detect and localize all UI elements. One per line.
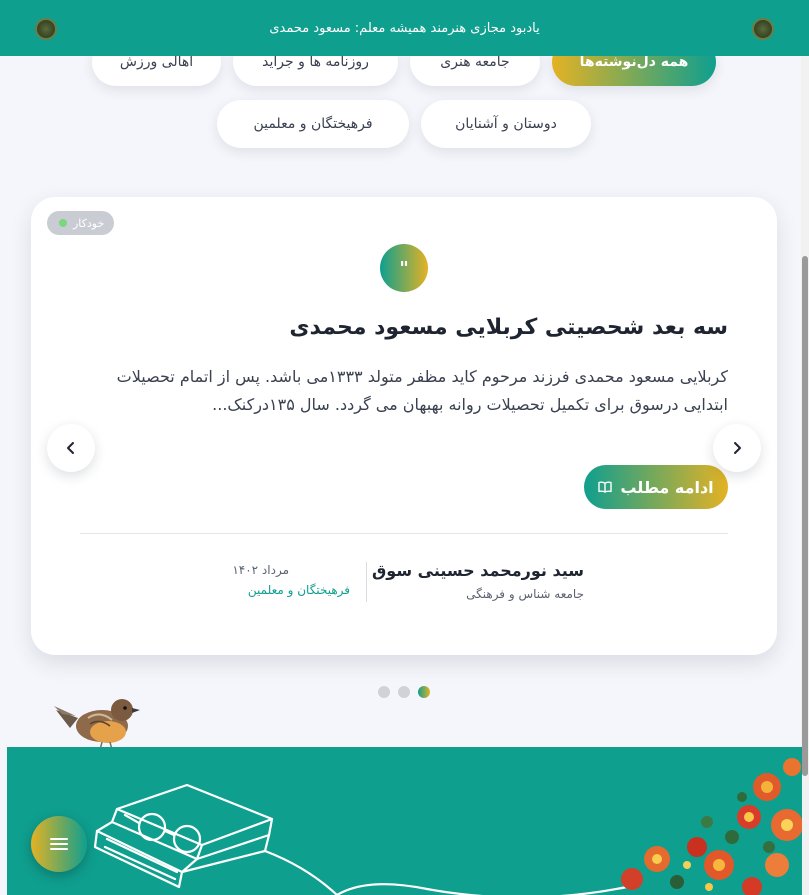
- badge-label: خودکار: [73, 216, 105, 230]
- menu-button[interactable]: [31, 816, 87, 872]
- read-more-button[interactable]: ادامه مطلب: [584, 465, 728, 509]
- card-excerpt: کربلایی مسعود محمدی فرزند مرحوم کاید مظف…: [116, 367, 728, 414]
- scrollbar-thumb[interactable]: [802, 256, 808, 776]
- carousel-next-button[interactable]: [713, 424, 761, 472]
- memorial-card: خودکار " سه بعد شحصیتی کربلایی مسعود محم…: [31, 197, 777, 655]
- carousel-pagination: [378, 686, 430, 698]
- footer-decoration: [93, 758, 802, 895]
- carousel-prev-button[interactable]: [47, 424, 95, 472]
- quote-icon: ": [380, 244, 428, 292]
- filter-teachers[interactable]: فرهیختگان و معلمین: [217, 100, 409, 148]
- scrollbar[interactable]: [801, 56, 809, 895]
- status-dot: [59, 219, 67, 227]
- author-role: جامعه شناس و فرهنگی: [466, 587, 584, 601]
- card-divider: [80, 533, 728, 534]
- chevron-left-icon: [67, 442, 74, 454]
- emblem-icon: [752, 18, 774, 40]
- hamburger-menu-icon: [50, 838, 68, 850]
- read-more-label: ادامه مطلب: [620, 477, 714, 497]
- quote-mark: ": [399, 257, 409, 279]
- site-title: یادبود مجازی هنرمند همیشه معلم: مسعود مح…: [269, 20, 540, 36]
- post-date: مرداد ۱۴۰۲: [232, 563, 289, 577]
- emblem-icon: [35, 18, 57, 40]
- pagination-dot[interactable]: [398, 686, 410, 698]
- pagination-dot-active[interactable]: [418, 686, 430, 698]
- filter-friends[interactable]: دوستان و آشنایان: [421, 100, 591, 148]
- author-name[interactable]: سید نورمحمد حسینی سوق: [372, 561, 584, 580]
- chevron-right-icon: [734, 442, 741, 454]
- pagination-dot[interactable]: [378, 686, 390, 698]
- post-category[interactable]: فرهیختگان و معلمین: [248, 583, 350, 597]
- footer: [7, 747, 802, 895]
- meta-separator: [366, 562, 367, 602]
- bird-illustration: [54, 699, 140, 751]
- card-title: سه بعد شحصیتی کربلایی مسعود محمدی: [289, 315, 728, 340]
- book-icon: [598, 481, 613, 493]
- top-bar: یادبود مجازی هنرمند همیشه معلم: مسعود مح…: [0, 0, 809, 56]
- auto-badge: خودکار: [47, 211, 115, 235]
